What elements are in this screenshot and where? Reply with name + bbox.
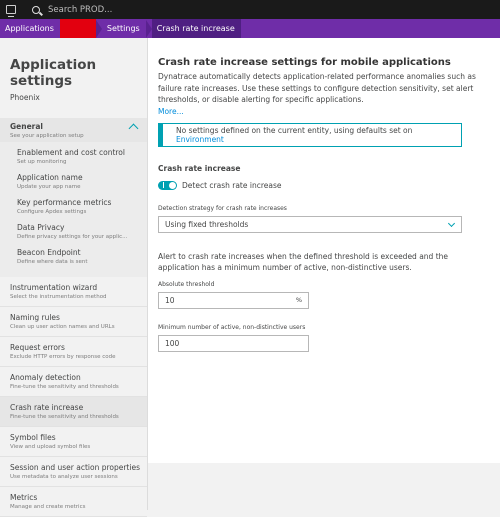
sidebar-item-label: Metrics	[10, 493, 38, 502]
detect-toggle-row: Detect crash rate increase	[158, 180, 490, 190]
sidebar-subitem-application-name[interactable]: Application name Update your app name	[17, 173, 147, 198]
breadcrumb-label: Applications	[5, 24, 54, 33]
sidebar-item-metrics[interactable]: Metrics Manage and create metrics	[0, 487, 147, 517]
top-bar: Search PROD...	[0, 0, 500, 19]
sidebar-item-label: Data Privacy	[17, 223, 65, 232]
intro-text: Dynatrace automatically detects applicat…	[158, 72, 476, 104]
sidebar-item-label: Naming rules	[10, 313, 60, 322]
strategy-label: Detection strategy for crash rate increa…	[158, 204, 287, 212]
info-notice: No settings defined on the current entit…	[158, 122, 462, 147]
sidebar-item-symbol-files[interactable]: Symbol files View and upload symbol file…	[0, 427, 147, 457]
environment-link[interactable]: Environment	[176, 135, 224, 144]
sidebar-item-request-errors[interactable]: Request errors Exclude HTTP errors by re…	[0, 337, 147, 367]
sidebar-item-label: Enablement and cost control	[17, 148, 125, 157]
sidebar-item-label: Session and user action properties	[10, 463, 140, 472]
detect-crash-toggle[interactable]	[158, 180, 177, 190]
sidebar-item-desc: Update your app name	[17, 184, 81, 190]
search-field[interactable]: Search PROD...	[32, 5, 112, 15]
abs-threshold-value: 10	[165, 295, 175, 305]
threshold-description: Alert to crash rate increases when the d…	[158, 251, 449, 273]
sidebar-subitem-key-performance[interactable]: Key performance metrics Configure Apdex …	[17, 198, 147, 223]
sidebar-item-desc: Set up monitoring	[17, 159, 67, 165]
sidebar-item-desc: Use metadata to analyze user sessions	[10, 474, 118, 480]
sidebar-item-label: Application name	[17, 173, 83, 182]
sidebar-item-label: Crash rate increase	[10, 403, 84, 412]
sidebar-item-label: Key performance metrics	[17, 198, 112, 207]
strategy-value: Using fixed thresholds	[165, 219, 249, 229]
sidebar-item-general[interactable]: General See your application setup	[0, 118, 147, 142]
page-title: Crash rate increase settings for mobile …	[158, 57, 451, 68]
breadcrumb-label: Settings	[106, 24, 140, 33]
sidebar-item-anomaly-detection[interactable]: Anomaly detection Fine-tune the sensitiv…	[0, 367, 147, 397]
sidebar-item-desc: Fine-tune the sensitivity and thresholds	[10, 384, 119, 390]
strategy-select[interactable]: Using fixed thresholds	[158, 215, 462, 233]
sidebar-item-instrumentation-wizard[interactable]: Instrumentation wizard Select the instru…	[0, 277, 147, 307]
toggle-knob	[169, 181, 176, 189]
search-placeholder: Search PROD...	[48, 4, 113, 15]
abs-threshold-label: Absolute threshold	[158, 280, 215, 288]
chevron-down-icon	[447, 219, 456, 227]
sidebar-item-label: Beacon Endpoint	[17, 248, 81, 257]
sidebar-item-desc: Define where data is sent	[17, 259, 88, 265]
sidebar-subitem-data-privacy[interactable]: Data Privacy Define privacy settings for…	[17, 223, 147, 248]
sidebar-item-desc: Define privacy settings for your applic.…	[17, 234, 128, 240]
sidebar-item-desc: Configure Apdex settings	[17, 209, 87, 215]
percent-unit: %	[295, 296, 302, 304]
sidebar-item-naming-rules[interactable]: Naming rules Clean up user action names …	[0, 307, 147, 337]
breadcrumb-applications[interactable]: Applications	[0, 19, 60, 38]
toggle-on-mark	[163, 181, 164, 188]
sidebar-item-desc: See your application setup	[10, 133, 84, 139]
settings-sidebar: Application settings Phoenix General See…	[0, 38, 148, 517]
sidebar-item-desc: Select the instrumentation method	[10, 294, 107, 300]
sidebar-item-label: General	[10, 122, 43, 131]
sidebar-item-session-properties[interactable]: Session and user action properties Use m…	[0, 457, 147, 487]
min-users-input[interactable]: 100	[158, 334, 309, 352]
sidebar-subitem-beacon-endpoint[interactable]: Beacon Endpoint Define where data is sen…	[17, 248, 147, 273]
sidebar-item-crash-rate-increase[interactable]: Crash rate increase Fine-tune the sensit…	[0, 397, 147, 427]
search-icon	[32, 5, 40, 14]
general-subitems: Enablement and cost control Set up monit…	[0, 142, 147, 277]
notice-message: No settings defined on the current entit…	[175, 125, 413, 135]
app-name: Phoenix	[10, 93, 40, 102]
breadcrumb-label: Crash rate increase	[156, 24, 235, 33]
notice-text: No settings defined on the current entit…	[176, 126, 461, 144]
min-users-value: 100	[165, 338, 180, 348]
settings-panel: Crash rate increase settings for mobile …	[148, 38, 500, 463]
breadcrumb-current: Crash rate increase	[151, 19, 241, 38]
sidebar-item-desc: Exclude HTTP errors by response code	[10, 354, 116, 360]
sidebar-item-desc: Manage and create metrics	[10, 504, 86, 510]
sidebar-subitem-enablement[interactable]: Enablement and cost control Set up monit…	[17, 148, 147, 173]
breadcrumb-environment[interactable]	[59, 19, 96, 38]
sidebar-item-desc: Fine-tune the sensitivity and thresholds	[10, 414, 119, 420]
section-label: Crash rate increase	[158, 163, 241, 173]
sidebar-item-label: Anomaly detection	[10, 373, 81, 382]
min-users-label: Minimum number of active, non-distinctiv…	[158, 323, 306, 331]
sidebar-item-desc: Clean up user action names and URLs	[10, 324, 115, 330]
breadcrumb-settings[interactable]: Settings	[102, 19, 146, 38]
notice-accent	[159, 123, 163, 146]
sidebar-item-desc: View and upload symbol files	[10, 444, 91, 450]
more-link[interactable]: More...	[158, 107, 490, 116]
sidebar-title: Application settings	[10, 57, 97, 89]
sidebar-item-label: Instrumentation wizard	[10, 283, 98, 292]
abs-threshold-input[interactable]: 10 %	[158, 291, 309, 309]
breadcrumb: Applications Settings Crash rate increas…	[0, 19, 500, 38]
screen-icon[interactable]	[6, 5, 16, 17]
toggle-label: Detect crash rate increase	[182, 180, 282, 190]
sidebar-item-label: Symbol files	[10, 433, 56, 442]
sidebar-item-label: Request errors	[10, 343, 65, 352]
